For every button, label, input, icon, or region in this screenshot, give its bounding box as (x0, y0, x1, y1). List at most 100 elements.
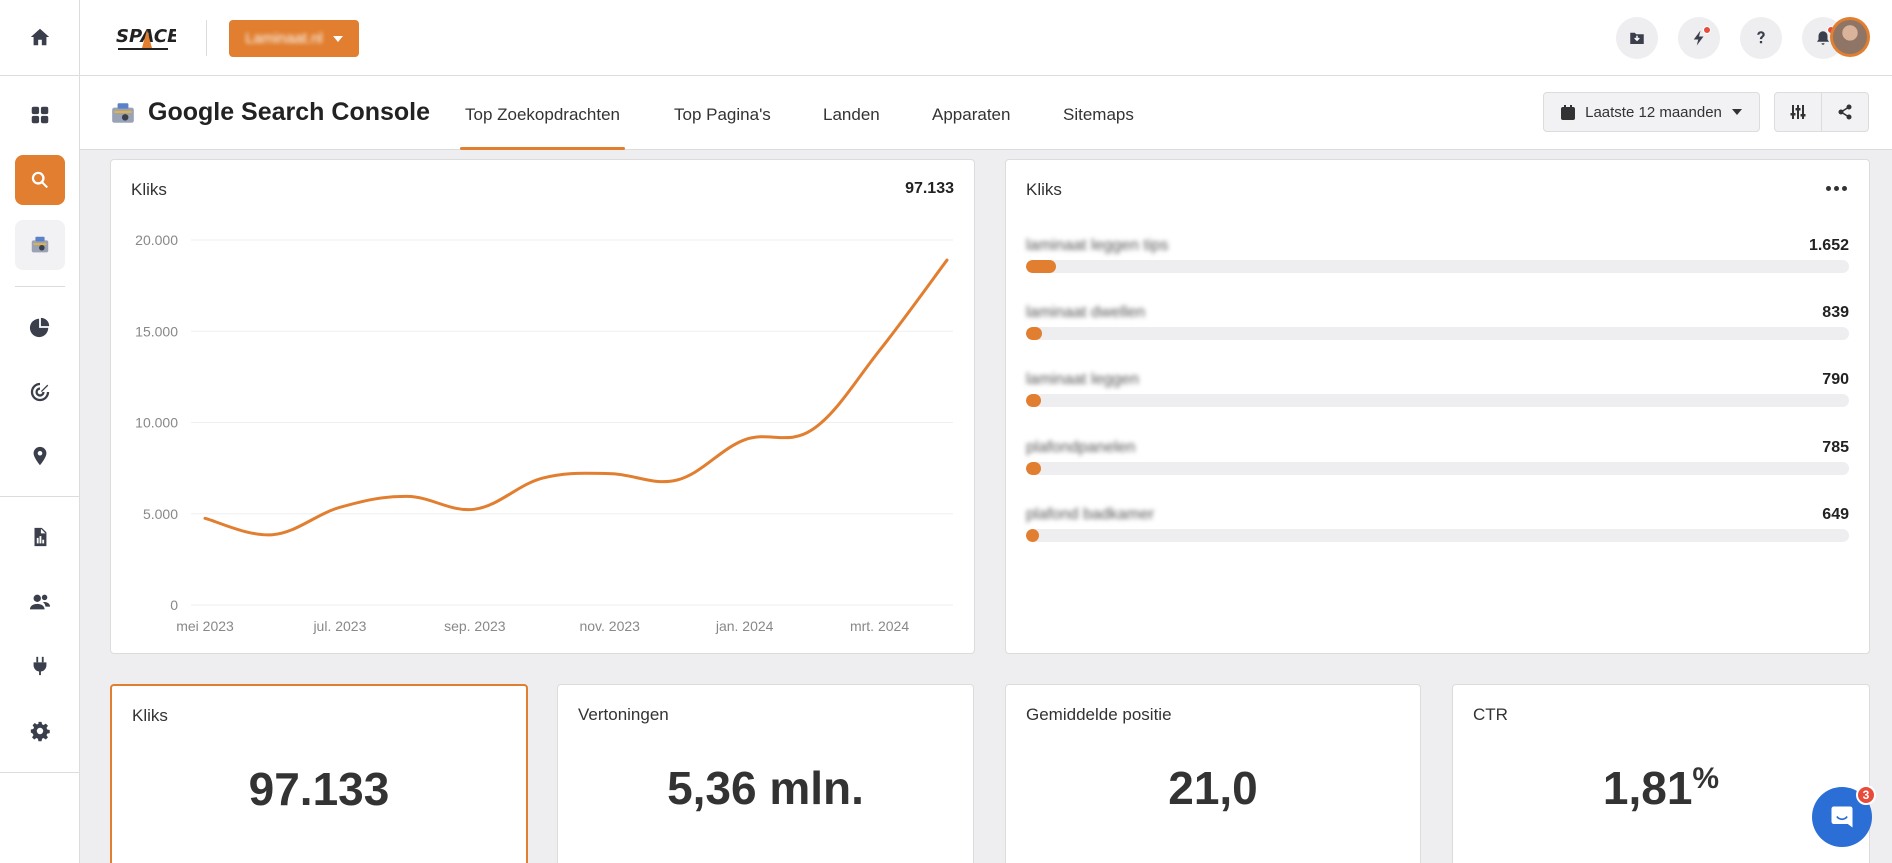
bolt-button[interactable] (1678, 17, 1720, 59)
space-logo[interactable]: SPACE (114, 18, 176, 58)
search-icon (31, 171, 48, 189)
header-actions (1774, 92, 1869, 132)
y-tick-label: 0 (170, 597, 178, 613)
topbar: SPACE Laminaat.nl (80, 0, 1892, 76)
clicks-line-chart: 0 5.000 10.000 15.000 20.000 mei 2023 jul. 202… (135, 232, 953, 634)
stat-value: 1,81% (1602, 762, 1720, 814)
stat-value: 21,0 (1168, 762, 1258, 814)
users-icon (29, 594, 51, 610)
clicks-chart-card: Kliks 97.133 0 5.000 10.000 15.000 20.000 mei… (110, 159, 975, 654)
share-button[interactable] (1822, 93, 1868, 131)
stat-card-kliks[interactable]: Kliks 97.133 (110, 684, 528, 863)
keyword-bar-fill (1026, 462, 1041, 475)
site-selector[interactable]: Laminaat.nl (229, 20, 359, 57)
integrations-button[interactable] (15, 641, 65, 691)
gsc-tool-button[interactable] (15, 220, 65, 270)
share-icon (1838, 104, 1852, 120)
dashboard-button[interactable] (15, 90, 65, 140)
help-button[interactable] (1740, 17, 1782, 59)
y-tick-label: 15.000 (135, 323, 178, 339)
x-tick-label: sep. 2023 (444, 618, 506, 634)
stat-label: Vertoningen (578, 705, 669, 724)
stat-card-ctr[interactable]: CTR 1,81% (1452, 684, 1870, 863)
stat-value: 97.133 (248, 763, 390, 815)
date-range-label: Laatste 12 maanden (1585, 103, 1722, 121)
report-file-button[interactable] (15, 512, 65, 562)
users-button[interactable] (15, 577, 65, 627)
keyword-bar-track (1026, 260, 1849, 273)
chat-icon (1831, 806, 1853, 828)
keyword-value: 1.652 (1808, 237, 1849, 254)
keyword-bar-track (1026, 394, 1849, 407)
top-keywords-card: Kliks laminaat leggen tips 1.652 laminaat … (1005, 159, 1870, 654)
keyword-value: 785 (1822, 439, 1849, 456)
home-button[interactable] (15, 12, 65, 62)
chat-launcher[interactable]: 3 (1812, 785, 1876, 847)
x-tick-label: mrt. 2024 (850, 618, 909, 634)
location-button[interactable] (15, 431, 65, 481)
tracking-button[interactable] (15, 367, 65, 417)
calendar-icon (1561, 104, 1576, 120)
gsc-tool-icon (112, 103, 134, 123)
card-title: Kliks (1026, 180, 1062, 199)
plug-icon (33, 656, 47, 676)
caret-down-icon (1731, 109, 1742, 115)
chat-badge: 3 (1856, 785, 1876, 805)
gear-icon (30, 721, 50, 742)
keyword-label: laminaat dwellen (1026, 304, 1146, 321)
more-icon (1825, 185, 1831, 191)
gsc-tool-icon (31, 236, 49, 253)
stat-card-gemiddelde-positie[interactable]: Gemiddelde positie 21,0 (1005, 684, 1421, 863)
download-button[interactable] (1616, 17, 1658, 59)
settings-button[interactable] (15, 706, 65, 756)
keyword-row[interactable]: plafond badkamer 649 (1026, 506, 1849, 546)
date-range-selector[interactable]: Laatste 12 maanden (1543, 92, 1760, 132)
keyword-row[interactable]: laminaat leggen 790 (1026, 371, 1849, 411)
avatar-photo (1833, 20, 1867, 54)
keyword-bar-fill (1026, 327, 1042, 340)
keyword-label: plafondpanelen (1026, 439, 1136, 456)
keyword-row[interactable]: laminaat leggen tips 1.652 (1026, 237, 1849, 277)
keyword-bar-track (1026, 529, 1849, 542)
y-tick-label: 10.000 (135, 415, 178, 431)
help-icon (1757, 31, 1765, 44)
sidebar (0, 0, 80, 863)
x-tick-label: jan. 2024 (715, 618, 774, 634)
sidebar-divider (0, 496, 79, 497)
keyword-value: 839 (1822, 304, 1849, 321)
reports-pie-button[interactable] (15, 302, 65, 352)
download-icon (1630, 32, 1644, 44)
page-title: Google Search Console (148, 98, 431, 126)
user-avatar[interactable] (1830, 17, 1870, 57)
keyword-label: laminaat leggen (1026, 371, 1139, 388)
filter-settings-button[interactable] (1775, 93, 1822, 131)
keyword-bar-fill (1026, 260, 1057, 273)
keyword-label: laminaat leggen tips (1026, 237, 1169, 254)
pie-chart-icon (29, 317, 50, 338)
sidebar-divider (15, 286, 65, 287)
tab-top-zoekopdrachten[interactable]: Top Zoekopdrachten (460, 105, 625, 150)
more-options-button[interactable] (1821, 178, 1851, 198)
tab-top-paginas[interactable]: Top Pagina's (674, 105, 771, 150)
dashboard-icon (31, 106, 49, 124)
sliders-icon (1790, 105, 1806, 119)
tab-landen[interactable]: Landen (823, 105, 880, 150)
stat-label: Gemiddelde positie (1026, 705, 1172, 724)
target-icon (30, 382, 50, 402)
search-console-button[interactable] (15, 155, 65, 205)
sidebar-divider (0, 75, 79, 76)
keyword-value: 649 (1822, 506, 1849, 523)
y-tick-label: 20.000 (135, 232, 178, 248)
clicks-series-line (203, 258, 949, 537)
site-selector-label: Laminaat.nl (245, 30, 323, 47)
logo-separator (206, 20, 207, 56)
x-tick-label: jul. 2023 (312, 618, 366, 634)
keyword-row[interactable]: laminaat dwellen 839 (1026, 304, 1849, 344)
tab-apparaten[interactable]: Apparaten (932, 105, 1010, 150)
stat-card-vertoningen[interactable]: Vertoningen 5,36 mln. (557, 684, 974, 863)
x-tick-label: nov. 2023 (579, 618, 640, 634)
keyword-label: plafond badkamer (1026, 506, 1155, 523)
location-pin-icon (33, 446, 47, 466)
tab-sitemaps[interactable]: Sitemaps (1063, 105, 1134, 150)
keyword-row[interactable]: plafondpanelen 785 (1026, 439, 1849, 479)
